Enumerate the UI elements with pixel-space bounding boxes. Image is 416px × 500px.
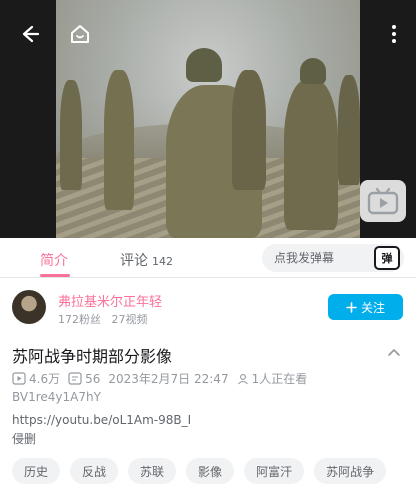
soldier-helmet: [186, 48, 222, 82]
publish-date-text: 2023年2月7日 22:47: [108, 372, 229, 386]
watching-count: 1人正在看: [251, 372, 308, 386]
follow-button[interactable]: 关注: [328, 294, 403, 320]
tab-comments[interactable]: 评论 142: [120, 250, 173, 270]
uploader-fans: 172粉丝: [58, 313, 101, 326]
play-badge[interactable]: [360, 180, 406, 222]
danmaku-icon-label: 弹: [381, 252, 393, 265]
more-button[interactable]: [380, 20, 408, 48]
play-count-icon: [12, 372, 26, 385]
plus-icon: [346, 301, 357, 313]
tv-play-icon: [367, 187, 399, 215]
danmaku-input-box[interactable]: 弹: [262, 244, 404, 272]
soldier-figure: [104, 70, 134, 210]
tab-intro[interactable]: 简介: [40, 250, 68, 270]
video-title: 苏阿战争时期部分影像: [12, 347, 173, 366]
bvid: BV1re4y1A7hY: [12, 390, 101, 404]
soldier-figure: [232, 70, 266, 190]
tag-item[interactable]: 历史: [12, 458, 61, 484]
tag-item[interactable]: 苏阿战争: [314, 458, 387, 484]
back-arrow-icon: [22, 25, 40, 43]
description-note: 侵删: [12, 432, 37, 446]
tag-item[interactable]: 影像: [186, 458, 235, 484]
video-meta: 4.6万 56 2023年2月7日 22:47 1人正在看: [12, 370, 315, 387]
comments-count: 142: [152, 255, 173, 268]
description-link[interactable]: https://youtu.be/oL1Am-98B_I: [12, 413, 191, 427]
danmaku-count-icon: [68, 372, 82, 385]
tag-item[interactable]: 阿富汗: [244, 458, 305, 484]
soldier-figure: [284, 80, 338, 230]
watching-icon: [237, 373, 248, 384]
uploader-avatar[interactable]: [12, 290, 46, 324]
chevron-up-icon: [388, 349, 400, 356]
soldier-figure: [60, 80, 82, 190]
watching-stat: 1人正在看: [237, 370, 308, 387]
tab-comments-label: 评论: [120, 253, 148, 269]
tag-item[interactable]: 苏联: [128, 458, 177, 484]
tag-item[interactable]: 反战: [70, 458, 119, 484]
soldier-helmet: [300, 58, 326, 84]
tab-intro-label: 简介: [40, 253, 68, 269]
uploader-videos: 27视频: [111, 313, 148, 326]
danmaku-input[interactable]: [262, 244, 362, 272]
back-button[interactable]: [16, 20, 44, 48]
more-vertical-icon: [392, 25, 396, 43]
danmaku-count: 56: [85, 371, 101, 386]
tab-bar: 简介 评论 142 弹: [0, 238, 416, 278]
video-player[interactable]: [0, 0, 416, 238]
video-frame: [56, 0, 360, 238]
active-tab-indicator: [40, 274, 70, 277]
danmaku-toggle-icon[interactable]: 弹: [374, 246, 400, 270]
home-icon: [71, 25, 89, 43]
tag-list: 历史 反战 苏联 影像 阿富汗 苏阿战争: [12, 458, 387, 484]
uploader-name[interactable]: 弗拉基米尔正年轻: [58, 291, 162, 310]
danmaku-stat: 56: [68, 372, 100, 386]
publish-date: 2023年2月7日 22:47: [108, 370, 228, 387]
uploader-stats: 172粉丝 27视频: [58, 311, 148, 327]
soldier-figure: [338, 75, 360, 185]
views-count: 4.6万: [29, 372, 61, 386]
follow-label: 关注: [360, 300, 385, 315]
collapse-button[interactable]: [386, 345, 402, 361]
views-stat: 4.6万: [12, 370, 60, 387]
home-button[interactable]: [66, 20, 94, 48]
